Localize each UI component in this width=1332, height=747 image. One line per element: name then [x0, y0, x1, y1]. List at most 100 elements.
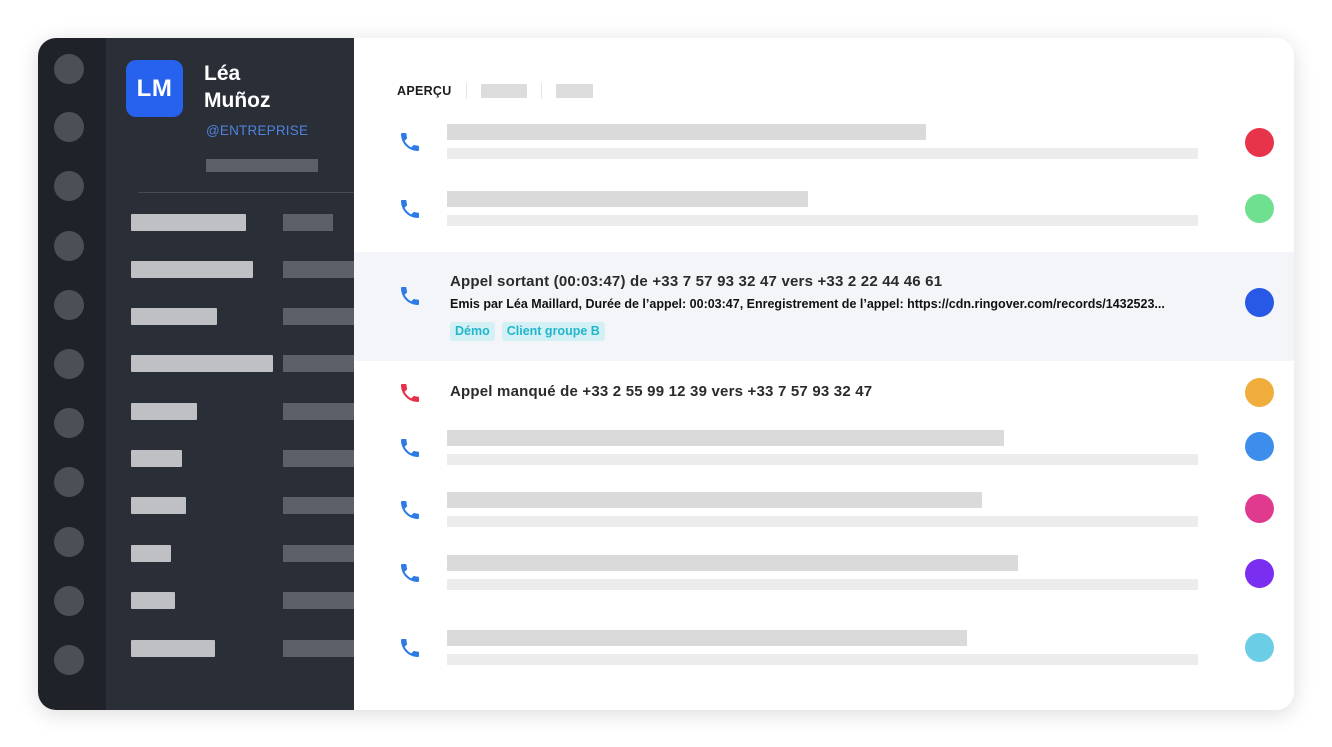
phone-icon [398, 561, 422, 585]
info-value-placeholder [283, 497, 354, 514]
missed-call-icon [398, 381, 422, 405]
status-dot [1245, 378, 1274, 407]
call-row[interactable] [354, 630, 1294, 686]
call-row-missed[interactable]: Appel manqué de +33 2 55 99 12 39 vers +… [354, 377, 1294, 409]
info-label-placeholder [131, 450, 182, 467]
phone-icon [398, 197, 422, 221]
call-title: Appel sortant (00:03:47) de +33 7 57 93 … [450, 273, 943, 290]
rail-nav-icon[interactable] [54, 54, 84, 84]
contact-first-name: Léa [204, 62, 241, 85]
info-label-placeholder [131, 261, 253, 278]
info-row [106, 545, 354, 562]
info-label-placeholder [131, 592, 175, 609]
rail-nav-icon[interactable] [54, 467, 84, 497]
status-dot [1245, 559, 1274, 588]
missed-call-title: Appel manqué de +33 2 55 99 12 39 vers +… [450, 383, 873, 400]
info-row [106, 450, 354, 467]
info-label-placeholder [131, 308, 217, 325]
call-row[interactable] [354, 430, 1294, 486]
phone-icon [398, 636, 422, 660]
status-dot [1245, 128, 1274, 157]
contact-name: Léa Muñoz [204, 60, 344, 114]
info-value-placeholder [283, 592, 354, 609]
contact-last-name: Muñoz [204, 89, 271, 112]
call-detail-placeholder [447, 215, 1198, 226]
call-row-selected[interactable]: Appel sortant (00:03:47) de +33 7 57 93 … [354, 252, 1294, 361]
call-detail-placeholder [447, 516, 1198, 527]
rail-nav-icon[interactable] [54, 645, 84, 675]
call-row[interactable] [354, 124, 1294, 180]
info-value-placeholder [283, 450, 354, 467]
call-detail-placeholder [447, 454, 1198, 465]
tag-demo[interactable]: Démo [450, 322, 495, 341]
call-description: Emis par Léa Maillard, Durée de l’appel:… [450, 297, 1165, 311]
rail-nav-icon[interactable] [54, 527, 84, 557]
info-label-placeholder [131, 497, 186, 514]
tab-overview[interactable]: APERÇU [397, 84, 452, 98]
call-detail-placeholder [447, 654, 1198, 665]
rail-nav-icon[interactable] [54, 171, 84, 201]
info-label-placeholder [131, 214, 246, 231]
tag-list: Démo Client groupe B [450, 322, 605, 341]
info-label-placeholder [131, 545, 171, 562]
info-value-placeholder [283, 403, 354, 420]
status-dot [1245, 633, 1274, 662]
avatar: LM [126, 60, 183, 117]
info-row [106, 308, 354, 325]
info-label-placeholder [131, 355, 273, 372]
status-dot [1245, 194, 1274, 223]
app-window: LM Léa Muñoz @ENTREPRISE APERÇU Appel so… [38, 38, 1294, 710]
call-detail-placeholder [447, 148, 1198, 159]
call-detail-placeholder [447, 579, 1198, 590]
call-title-placeholder [447, 630, 967, 646]
info-value-placeholder [283, 214, 333, 231]
tab-placeholder[interactable] [480, 84, 527, 98]
contact-company: @ENTREPRISE [206, 123, 309, 138]
info-row [106, 355, 354, 372]
rail-nav-icon[interactable] [54, 349, 84, 379]
call-row[interactable] [354, 492, 1294, 548]
phone-icon [398, 284, 422, 308]
divider [138, 192, 354, 193]
info-row [106, 640, 354, 657]
info-value-placeholder [283, 640, 354, 657]
info-row [106, 261, 354, 278]
call-title-placeholder [447, 555, 1018, 571]
info-label-placeholder [131, 640, 215, 657]
tag-client-group[interactable]: Client groupe B [501, 322, 605, 341]
info-value-placeholder [283, 545, 354, 562]
call-title-placeholder [447, 492, 982, 508]
info-value-placeholder [283, 355, 354, 372]
call-title-placeholder [447, 124, 926, 140]
status-dot [1245, 432, 1274, 461]
avatar-initials: LM [136, 74, 173, 102]
call-row[interactable] [354, 555, 1294, 611]
contact-detail-placeholder [206, 159, 318, 172]
call-title-placeholder [447, 191, 808, 207]
info-row [106, 214, 354, 231]
rail-nav-icon[interactable] [54, 112, 84, 142]
status-dot [1245, 494, 1274, 523]
phone-icon [398, 436, 422, 460]
tab-placeholder[interactable] [555, 84, 593, 98]
tab-bar: APERÇU [397, 82, 593, 100]
rail-nav-icon[interactable] [54, 408, 84, 438]
contact-sidebar: LM Léa Muñoz @ENTREPRISE [106, 38, 354, 710]
icon-rail [38, 38, 106, 710]
info-label-placeholder [131, 403, 197, 420]
info-row [106, 592, 354, 609]
rail-nav-icon[interactable] [54, 231, 84, 261]
rail-nav-icon[interactable] [54, 290, 84, 320]
phone-icon [398, 498, 422, 522]
activity-panel: APERÇU Appel sortant (00:03:47) de +33 7… [354, 38, 1294, 710]
phone-icon [398, 130, 422, 154]
info-row [106, 403, 354, 420]
call-row[interactable] [354, 191, 1294, 247]
tab-divider [540, 83, 542, 99]
info-value-placeholder [283, 308, 354, 325]
call-title-placeholder [447, 430, 1004, 446]
status-dot [1245, 288, 1274, 317]
tab-divider [465, 83, 467, 99]
info-row [106, 497, 354, 514]
rail-nav-icon[interactable] [54, 586, 84, 616]
